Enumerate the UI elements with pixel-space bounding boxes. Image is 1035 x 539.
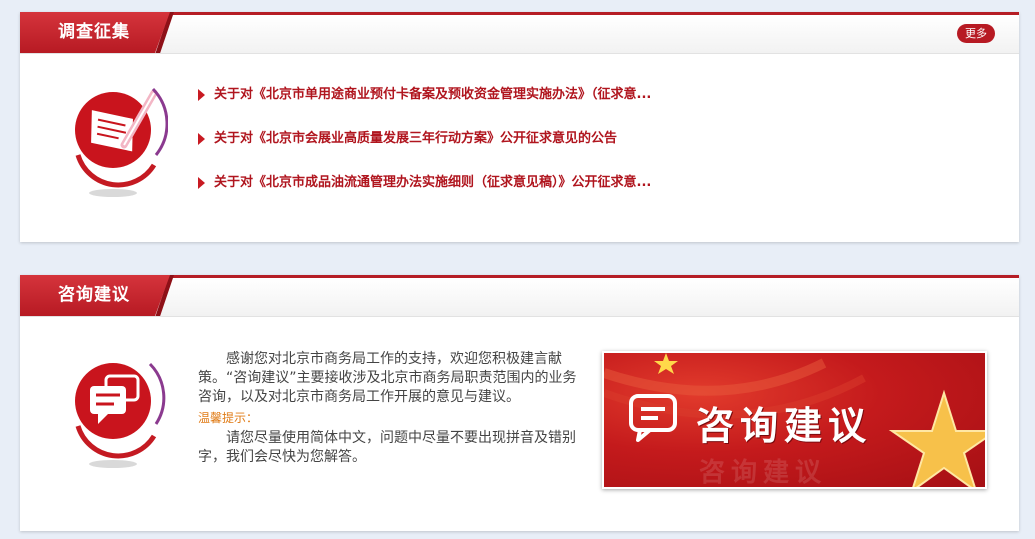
consult-panel: 咨询建议 感谢您对北京市商务局工作的支持，欢迎您积极建言献策。“咨询建议”主要接… [20, 275, 1019, 531]
consult-title: 咨询建议 [20, 275, 170, 316]
survey-item-text: 关于对《北京市会展业高质量发展三年行动方案》公开征求意见的公告 [214, 131, 618, 146]
survey-panel: 调查征集 更多 关于对《北京市单用途商业预付卡备案及预收资金管理实施办法》（征求… [20, 12, 1019, 242]
banner-title: 咨询建议 [696, 404, 873, 448]
survey-item[interactable]: 关于对《北京市会展业高质量发展三年行动方案》公开征求意见的公告 [198, 129, 651, 173]
arrow-right-icon [198, 133, 205, 145]
svg-text:咨询建议: 咨询建议 [699, 457, 827, 487]
survey-item-text: 关于对《北京市单用途商业预付卡备案及预收资金管理实施办法》（征求意... [214, 87, 652, 102]
survey-pen-icon [75, 87, 168, 197]
survey-header: 调查征集 更多 [20, 12, 1019, 54]
more-button[interactable]: 更多 [957, 24, 995, 43]
tip-text: 请您尽量使用简体中文，问题中尽量不要出现拼音及错别字，我们会尽快为您解答。 [198, 430, 576, 465]
consult-intro: 感谢您对北京市商务局工作的支持，欢迎您积极建言献策。“咨询建议”主要接收涉及北京… [198, 351, 577, 405]
survey-item-text: 关于对《北京市成品油流通管理办法实施细则（征求意见稿）》公开征求意... [214, 175, 652, 190]
chat-bubble-icon [629, 394, 677, 442]
survey-list: 关于对《北京市单用途商业预付卡备案及预收资金管理实施办法》（征求意... 关于对… [198, 85, 651, 217]
arrow-right-icon [198, 89, 205, 101]
arrow-right-icon [198, 177, 205, 189]
survey-item[interactable]: 关于对《北京市单用途商业预付卡备案及预收资金管理实施办法》（征求意... [198, 85, 651, 129]
consult-description: 感谢您对北京市商务局工作的支持，欢迎您积极建言献策。“咨询建议”主要接收涉及北京… [198, 350, 583, 467]
consult-header: 咨询建议 [20, 275, 1019, 317]
consult-banner[interactable]: 咨询建议 咨询建议 [602, 351, 987, 489]
tip-label: 温馨提示： [198, 411, 259, 425]
chat-bubbles-icon [75, 362, 166, 468]
survey-item[interactable]: 关于对《北京市成品油流通管理办法实施细则（征求意见稿）》公开征求意... [198, 173, 651, 217]
survey-title: 调查征集 [20, 12, 170, 53]
